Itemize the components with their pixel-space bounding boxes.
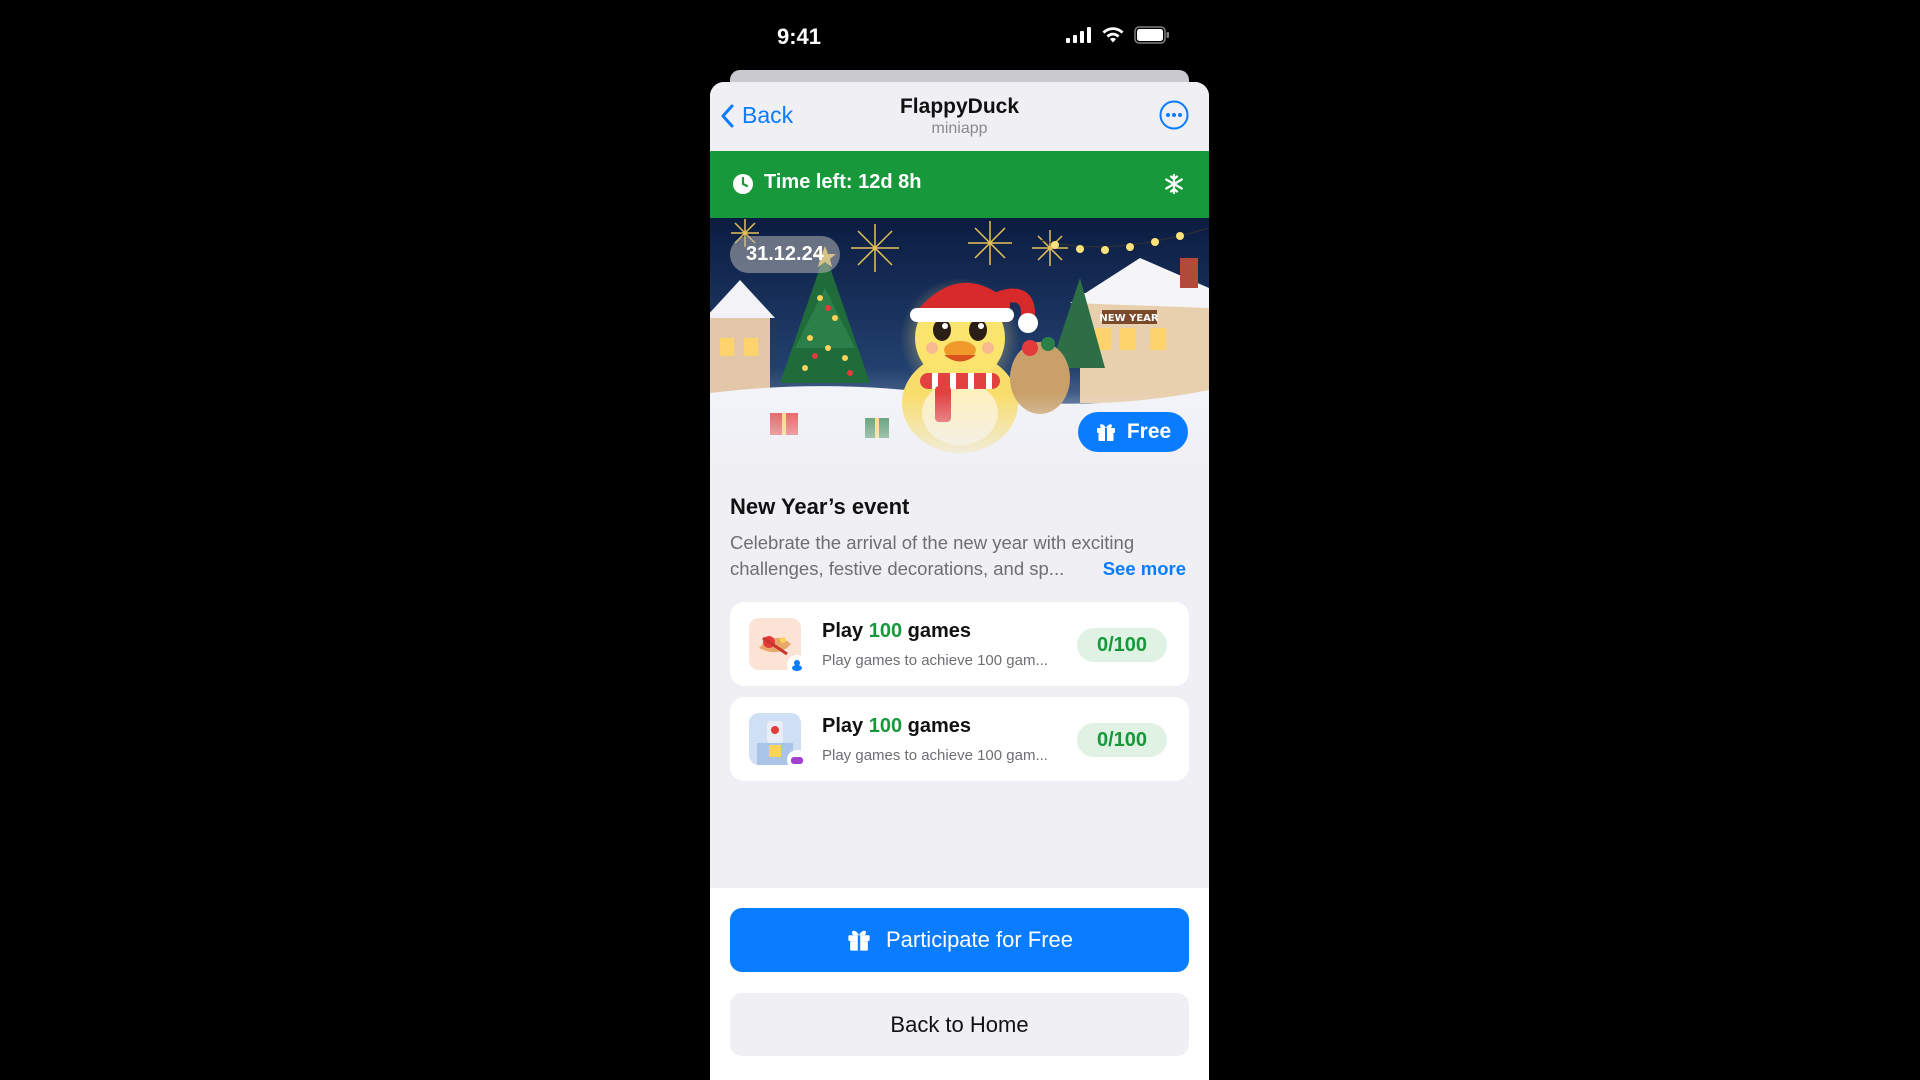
clock-icon: [733, 174, 753, 194]
status-bar: 9:41: [710, 18, 1170, 58]
back-to-home-label: Back to Home: [890, 1011, 1029, 1037]
free-badge[interactable]: Free: [1078, 412, 1188, 452]
event-description: Celebrate the arrival of the new year wi…: [730, 530, 1189, 582]
task-progress-badge: 0/100: [1077, 723, 1167, 757]
gift-icon: [848, 930, 870, 951]
task-title-count: 100: [868, 620, 903, 642]
more-horizontal-icon: [1159, 100, 1189, 130]
event-info: New Year’s event Celebrate the arrival o…: [730, 494, 1189, 582]
duck-badge-icon: [787, 655, 807, 675]
back-to-home-button[interactable]: Back to Home: [730, 993, 1189, 1056]
page-title: FlappyDuck: [899, 95, 1020, 118]
task-title-suffix: games: [902, 715, 972, 737]
event-hero-image: NEW YEAR: [710, 218, 1209, 468]
event-description-line-1: Celebrate the arrival of the new year wi…: [730, 532, 1135, 553]
event-title: New Year’s event: [730, 494, 910, 519]
free-badge-label: Free: [1126, 420, 1172, 443]
event-date-chip: 31.12.24: [730, 236, 840, 273]
status-time: 9:41: [777, 24, 822, 49]
page-subtitle: miniapp: [931, 120, 988, 137]
task-subtitle: Play games to achieve 100 gam...: [822, 747, 1048, 764]
task-title-count: 100: [868, 715, 903, 737]
see-more-link[interactable]: See more: [1103, 556, 1186, 582]
task-title-suffix: games: [902, 620, 972, 642]
game-badge-icon: [787, 750, 807, 770]
wifi-icon: [1102, 27, 1124, 43]
gift-icon: [1096, 424, 1115, 441]
snowflake-icon: [1165, 173, 1183, 195]
miniapp-screen: Back FlappyDuck miniapp Time left: 12d 8…: [710, 82, 1209, 1080]
task-title: Play 100 games: [822, 620, 971, 643]
battery-icon: [1134, 26, 1169, 44]
task-subtitle: Play games to achieve 100 gam...: [822, 652, 1048, 669]
time-left-text: Time left: 12d 8h: [764, 171, 922, 193]
cellular-signal-icon: [1066, 27, 1091, 43]
nav-bar: Back FlappyDuck miniapp: [710, 82, 1209, 151]
task-title-prefix: Play: [822, 715, 869, 737]
task-title: Play 100 games: [822, 715, 971, 738]
task-card[interactable]: Play 100 games Play games to achieve 100…: [730, 602, 1189, 686]
task-progress-badge: 0/100: [1077, 628, 1167, 662]
participate-button[interactable]: Participate for Free: [730, 908, 1189, 972]
participate-label: Participate for Free: [885, 927, 1074, 952]
bottom-action-panel: Participate for Free Back to Home: [710, 888, 1209, 1080]
status-icons: [1066, 26, 1170, 44]
time-left-banner: Time left: 12d 8h: [710, 151, 1209, 218]
task-card[interactable]: Play 100 games Play games to achieve 100…: [730, 697, 1189, 781]
task-title-prefix: Play: [822, 620, 869, 642]
more-button[interactable]: [1159, 100, 1189, 130]
